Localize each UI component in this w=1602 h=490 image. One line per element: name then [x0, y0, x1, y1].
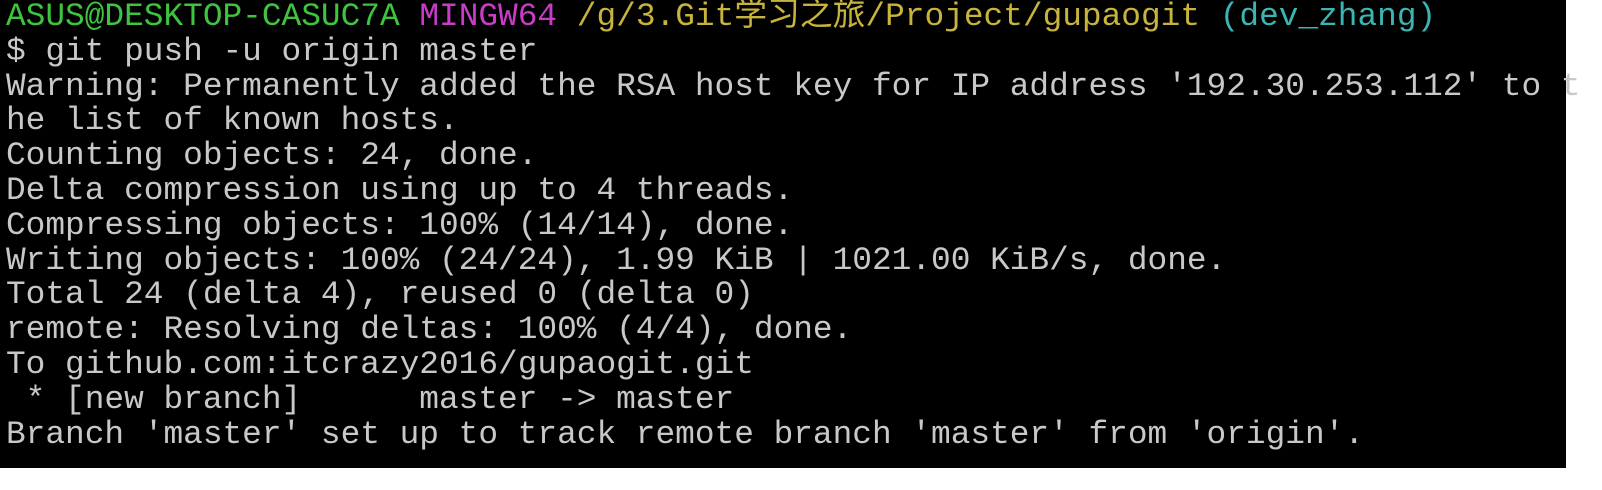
output-line: Warning: Permanently added the RSA host … [6, 67, 1581, 105]
terminal-output: ASUS@DESKTOP-CASUC7A MINGW64 /g/3.Git学习之… [0, 0, 1581, 453]
output-line: Writing objects: 100% (24/24), 1.99 KiB … [6, 241, 1227, 279]
output-line: Total 24 (delta 4), reused 0 (delta 0) [6, 276, 754, 314]
output-line: Compressing objects: 100% (14/14), done. [6, 206, 794, 244]
prompt-system: MINGW64 [419, 0, 558, 35]
output-line: Delta compression using up to 4 threads. [6, 171, 794, 209]
output-line: he list of known hosts. [6, 102, 459, 140]
output-line: * [new branch] master -> master [6, 380, 735, 418]
output-line: Branch 'master' set up to track remote b… [6, 415, 1365, 453]
prompt-line: ASUS@DESKTOP-CASUC7A MINGW64 /g/3.Git学习之… [6, 0, 1566, 35]
output-line: Counting objects: 24, done. [6, 137, 538, 175]
prompt-path: /g/3.Git学习之旅/Project/gupaogit [576, 0, 1201, 35]
prompt-user-host: ASUS@DESKTOP-CASUC7A [6, 0, 400, 35]
terminal-window[interactable]: ASUS@DESKTOP-CASUC7A MINGW64 /g/3.Git学习之… [0, 0, 1581, 468]
prompt-branch: (dev_zhang) [1219, 0, 1437, 35]
output-line: To github.com:itcrazy2016/gupaogit.git [6, 345, 754, 383]
output-line: remote: Resolving deltas: 100% (4/4), do… [6, 311, 853, 349]
command-line: $ git push -u origin master [6, 32, 538, 70]
